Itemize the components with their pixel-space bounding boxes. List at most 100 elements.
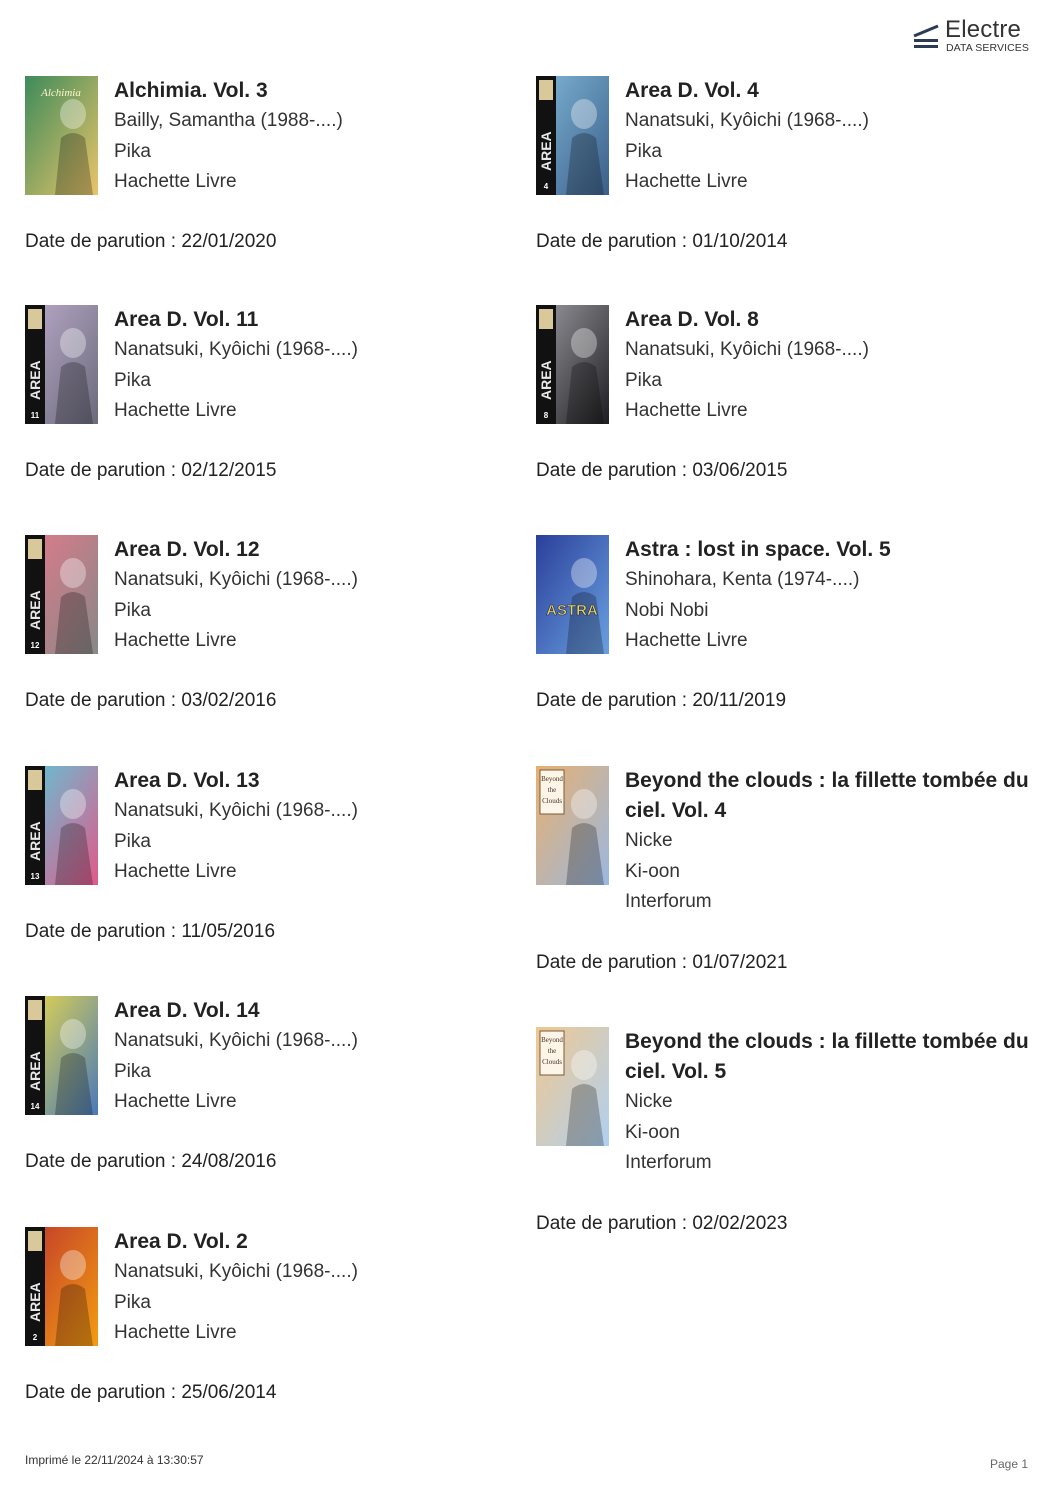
- book-cover: AREA 4: [536, 76, 609, 195]
- book-title[interactable]: Astra : lost in space. Vol. 5: [625, 535, 1035, 565]
- book-title[interactable]: Alchimia. Vol. 3: [114, 76, 524, 106]
- book-date: Date de parution : 03/02/2016: [25, 690, 276, 712]
- book-title[interactable]: Area D. Vol. 2: [114, 1227, 524, 1257]
- print-timestamp: Imprimé le 22/11/2024 à 13:30:57: [25, 1453, 204, 1467]
- date-value: 22/01/2020: [181, 231, 277, 252]
- cover-title-text: AREA: [27, 360, 43, 400]
- date-label: Date de parution :: [536, 460, 693, 481]
- date-label: Date de parution :: [536, 952, 693, 973]
- book-title[interactable]: Beyond the clouds : la fillette tombée d…: [625, 1027, 1035, 1087]
- cover-title-text: Beyond: [541, 775, 563, 783]
- book-author: Nanatsuki, Kyôichi (1968-....): [114, 339, 358, 360]
- book-title[interactable]: Area D. Vol. 8: [625, 305, 1035, 335]
- cover-art: AREA 4: [536, 76, 609, 195]
- cover-title-text: the: [548, 786, 557, 794]
- book-distributor: Interforum: [625, 1152, 712, 1173]
- book-cover: ASTRA: [536, 535, 609, 654]
- cover-title-text: Clouds: [542, 1058, 562, 1066]
- book-distributor: Hachette Livre: [625, 630, 748, 651]
- book-title[interactable]: Area D. Vol. 4: [625, 76, 1035, 106]
- book-date: Date de parution : 02/02/2023: [536, 1213, 787, 1235]
- book-distributor: Hachette Livre: [625, 400, 748, 421]
- book-author: Nicke: [625, 830, 673, 851]
- date-label: Date de parution :: [536, 1213, 693, 1234]
- cover-art: ASTRA: [536, 535, 609, 654]
- date-value: 02/02/2023: [692, 1213, 788, 1234]
- book-date: Date de parution : 02/12/2015: [25, 460, 276, 482]
- date-label: Date de parution :: [536, 690, 693, 711]
- cover-art: AREA 8: [536, 305, 609, 424]
- book-author: Nanatsuki, Kyôichi (1968-....): [625, 339, 869, 360]
- book-author: Bailly, Samantha (1988-....): [114, 110, 343, 131]
- book-publisher: Pika: [114, 140, 151, 162]
- cover-title-text: Beyond: [541, 1036, 563, 1044]
- book-title[interactable]: Area D. Vol. 12: [114, 535, 524, 565]
- book-author: Shinohara, Kenta (1974-....): [625, 569, 860, 590]
- cover-title-text: AREA: [27, 590, 43, 630]
- cover-title-text: ASTRA: [546, 602, 598, 619]
- book-author: Nanatsuki, Kyôichi (1968-....): [114, 1261, 358, 1282]
- book-title[interactable]: Area D. Vol. 11: [114, 305, 524, 335]
- book-cover: AREA 11: [25, 305, 98, 424]
- cover-art: AREA 14: [25, 996, 98, 1115]
- book-publisher: Pika: [114, 1291, 151, 1313]
- book-author: Nanatsuki, Kyôichi (1968-....): [625, 110, 869, 131]
- book-distributor: Hachette Livre: [114, 630, 237, 651]
- cover-title-text: AREA: [538, 131, 554, 171]
- cover-title-text: Clouds: [542, 797, 562, 805]
- date-value: 03/02/2016: [181, 690, 277, 711]
- book-publisher: Pika: [114, 1060, 151, 1082]
- book-cover: Alchimia: [25, 76, 98, 195]
- cover-title-text: AREA: [27, 1051, 43, 1091]
- cover-art: Beyond the Clouds: [536, 1027, 609, 1146]
- date-value: 24/08/2016: [181, 1151, 277, 1172]
- book-date: Date de parution : 20/11/2019: [536, 690, 786, 712]
- book-title[interactable]: Area D. Vol. 14: [114, 996, 524, 1026]
- book-date: Date de parution : 24/08/2016: [25, 1151, 276, 1173]
- cover-volume-number: 8: [544, 411, 549, 420]
- date-label: Date de parution :: [25, 1151, 182, 1172]
- book-publisher: Ki-oon: [625, 1121, 680, 1143]
- book-date: Date de parution : 01/07/2021: [536, 952, 787, 974]
- cover-volume-number: 2: [33, 1333, 38, 1342]
- book-publisher: Pika: [114, 369, 151, 391]
- book-date: Date de parution : 11/05/2016: [25, 921, 275, 943]
- date-value: 01/10/2014: [692, 231, 788, 252]
- book-title[interactable]: Area D. Vol. 13: [114, 766, 524, 796]
- cover-art: AREA 12: [25, 535, 98, 654]
- date-value: 03/06/2015: [692, 460, 788, 481]
- book-date: Date de parution : 03/06/2015: [536, 460, 787, 482]
- date-value: 01/07/2021: [692, 952, 788, 973]
- cover-volume-number: 11: [31, 411, 40, 420]
- book-cover: AREA 8: [536, 305, 609, 424]
- cover-volume-number: 12: [31, 641, 40, 650]
- cover-art: AREA 11: [25, 305, 98, 424]
- book-cover: AREA 12: [25, 535, 98, 654]
- date-label: Date de parution :: [25, 921, 182, 942]
- date-label: Date de parution :: [25, 231, 182, 252]
- book-date: Date de parution : 01/10/2014: [536, 231, 787, 253]
- cover-art: AREA 2: [25, 1227, 98, 1346]
- book-distributor: Hachette Livre: [114, 1091, 237, 1112]
- book-title[interactable]: Beyond the clouds : la fillette tombée d…: [625, 766, 1035, 826]
- brand-name: Electre: [945, 16, 1022, 43]
- date-label: Date de parution :: [536, 231, 693, 252]
- book-date: Date de parution : 25/06/2014: [25, 1382, 276, 1404]
- book-author: Nanatsuki, Kyôichi (1968-....): [114, 1030, 358, 1051]
- cover-title-text: AREA: [538, 360, 554, 400]
- date-value: 11/05/2016: [181, 921, 276, 942]
- date-value: 25/06/2014: [181, 1382, 277, 1403]
- book-author: Nanatsuki, Kyôichi (1968-....): [114, 800, 358, 821]
- cover-title-text: AREA: [27, 1282, 43, 1322]
- book-distributor: Hachette Livre: [114, 1322, 237, 1343]
- book-cover: AREA 14: [25, 996, 98, 1115]
- book-cover: AREA 2: [25, 1227, 98, 1346]
- cover-volume-number: 13: [31, 872, 40, 881]
- book-distributor: Hachette Livre: [114, 171, 237, 192]
- book-cover: Beyond the Clouds: [536, 766, 609, 885]
- electre-logo: Electre DATA SERVICES: [912, 16, 1032, 58]
- cover-volume-number: 14: [31, 1102, 40, 1111]
- cover-art: Beyond the Clouds: [536, 766, 609, 885]
- date-label: Date de parution :: [25, 1382, 182, 1403]
- book-distributor: Hachette Livre: [114, 400, 237, 421]
